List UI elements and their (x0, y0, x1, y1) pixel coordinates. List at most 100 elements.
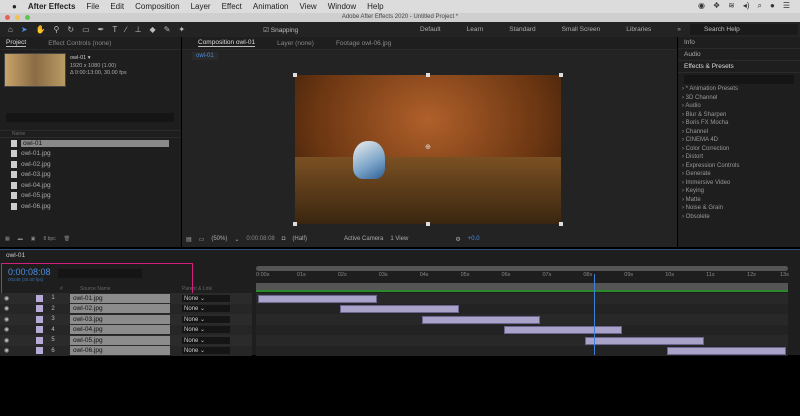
active-camera-select[interactable]: Active Camera (344, 236, 383, 242)
label-color-swatch[interactable] (36, 294, 43, 302)
record-icon[interactable]: ◉ (698, 1, 705, 11)
transform-handle[interactable] (293, 222, 297, 226)
layer-row[interactable]: ◉ 2 owl-02.jpg None ⌄ (0, 303, 252, 314)
parent-select[interactable]: None ⌄ (182, 305, 230, 313)
home-icon[interactable]: ⌂ (8, 25, 13, 34)
work-area-bar[interactable] (256, 283, 788, 290)
eye-icon[interactable]: ◉ (4, 305, 12, 312)
layer-row[interactable]: ◉ 5 owl-05.jpg None ⌄ (0, 335, 252, 346)
current-time[interactable]: 0:00:08:08 (246, 236, 274, 242)
project-item[interactable]: owl-01.jpg (0, 149, 181, 160)
effect-category[interactable]: › Boris FX Mocha (678, 120, 800, 129)
label-color-swatch[interactable] (36, 326, 43, 334)
siri-icon[interactable]: ● (770, 1, 775, 11)
minimize-window-button[interactable] (15, 15, 20, 20)
type-tool-icon[interactable]: T (112, 25, 117, 34)
transform-handle[interactable] (426, 222, 430, 226)
menu-effect[interactable]: Effect (222, 2, 242, 11)
effect-category[interactable]: › Generate (678, 171, 800, 180)
timeline-tab[interactable]: owl-01 (6, 252, 25, 259)
hand-tool-icon[interactable]: ✋ (36, 25, 46, 34)
menu-layer[interactable]: Layer (191, 2, 211, 11)
eye-icon[interactable]: ◉ (4, 316, 12, 323)
project-item[interactable]: owl-01 (0, 138, 181, 149)
effect-category[interactable]: › Immersive Video (678, 180, 800, 189)
layer-source-name[interactable]: owl-06.jpg (70, 346, 170, 356)
effect-category[interactable]: › Distort (678, 154, 800, 163)
layer-row[interactable]: ◉ 4 owl-04.jpg None ⌄ (0, 324, 252, 335)
parent-select[interactable]: None ⌄ (182, 336, 230, 344)
time-navigator[interactable] (256, 266, 788, 271)
comp-subtab[interactable]: owl-01 (192, 52, 218, 60)
layer-row[interactable]: ◉ 6 owl-06.jpg None ⌄ (0, 345, 252, 356)
layer-duration-bar[interactable] (667, 347, 786, 355)
views-select[interactable]: 1 View (390, 236, 408, 242)
brush-tool-icon[interactable]: ∕ (125, 25, 126, 34)
layer-row[interactable]: ◉ 3 owl-03.jpg None ⌄ (0, 314, 252, 325)
spotlight-icon[interactable]: ⌕ (758, 1, 762, 11)
layer-duration-bar[interactable] (585, 336, 705, 345)
project-item[interactable]: owl-05.jpg (0, 191, 181, 202)
transform-handle[interactable] (559, 222, 563, 226)
effect-category[interactable]: › Color Correction (678, 146, 800, 155)
parent-select[interactable]: None ⌄ (182, 347, 230, 355)
column-name[interactable]: Name (0, 130, 181, 138)
label-color-swatch[interactable] (36, 305, 43, 313)
audio-panel-tab[interactable]: Audio (678, 49, 800, 61)
layer-source-name[interactable]: owl-01.jpg (70, 293, 170, 303)
eraser-tool-icon[interactable]: ◆ (150, 25, 156, 34)
effect-category[interactable]: › Keying (678, 188, 800, 197)
parent-select[interactable]: None ⌄ (182, 326, 230, 334)
zoom-window-button[interactable] (25, 15, 30, 20)
notification-icon[interactable]: ☰ (783, 1, 790, 11)
trash-icon[interactable]: 🗑 (64, 236, 70, 242)
layer-duration-bar[interactable] (421, 315, 541, 324)
rotate-tool-icon[interactable]: ↻ (67, 25, 74, 34)
chevron-down-icon[interactable]: ⌄ (234, 236, 239, 243)
snapshot-icon[interactable]: ◘ (282, 236, 286, 242)
anchor-point-icon[interactable]: ⊕ (425, 143, 431, 151)
transform-handle[interactable] (293, 73, 297, 77)
volume-icon[interactable]: ◂) (743, 1, 750, 11)
workspace-learn[interactable]: Learn (467, 26, 484, 33)
eye-icon[interactable]: ◉ (4, 295, 12, 302)
transform-handle[interactable] (559, 73, 563, 77)
more-workspaces-icon[interactable]: » (677, 26, 681, 33)
menu-view[interactable]: View (299, 2, 316, 11)
exposure-value[interactable]: +0.0 (468, 236, 480, 242)
selection-tool-icon[interactable]: ➤ (21, 25, 28, 34)
workspace-small-screen[interactable]: Small Screen (562, 26, 601, 33)
label-color-swatch[interactable] (36, 315, 43, 323)
effect-category[interactable]: › Expression Controls (678, 163, 800, 172)
tab-layer[interactable]: Layer (none) (277, 40, 314, 47)
timeline-search-input[interactable] (58, 269, 142, 278)
project-item[interactable]: owl-06.jpg (0, 201, 181, 212)
dropbox-icon[interactable]: ❖ (713, 1, 720, 11)
search-help-input[interactable]: Search Help (690, 24, 798, 35)
tab-effect-controls[interactable]: Effect Controls (none) (48, 40, 111, 47)
stamp-tool-icon[interactable]: ⊥ (135, 25, 142, 34)
project-search-input[interactable] (6, 113, 174, 122)
label-color-swatch[interactable] (36, 336, 43, 344)
workspace-default[interactable]: Default (420, 26, 441, 33)
effect-category[interactable]: › Channel (678, 129, 800, 138)
layer-source-name[interactable]: owl-05.jpg (70, 335, 170, 345)
project-item[interactable]: owl-03.jpg (0, 170, 181, 181)
apple-icon[interactable]: ● (12, 2, 17, 11)
label-color-swatch[interactable] (36, 347, 43, 355)
effect-category[interactable]: › 3D Channel (678, 95, 800, 104)
effect-category[interactable]: › * Animation Presets (678, 86, 800, 95)
menu-edit[interactable]: Edit (110, 2, 124, 11)
effects-presets-title[interactable]: Effects & Presets (678, 61, 800, 73)
menu-app[interactable]: After Effects (28, 2, 76, 11)
timeline-timecode[interactable]: 0:00:08:08 (8, 267, 51, 277)
resolution-select[interactable]: (Half) (292, 236, 307, 242)
tab-project[interactable]: Project (6, 39, 27, 47)
menu-composition[interactable]: Composition (135, 2, 179, 11)
wifi-icon[interactable]: ≋ (728, 1, 735, 11)
pen-tool-icon[interactable]: ✒ (98, 25, 105, 34)
preview-icon[interactable]: ▤ (186, 236, 192, 243)
gear-icon[interactable]: ⚙ (455, 236, 460, 243)
eye-icon[interactable]: ◉ (4, 326, 12, 333)
eye-icon[interactable]: ◉ (4, 337, 12, 344)
